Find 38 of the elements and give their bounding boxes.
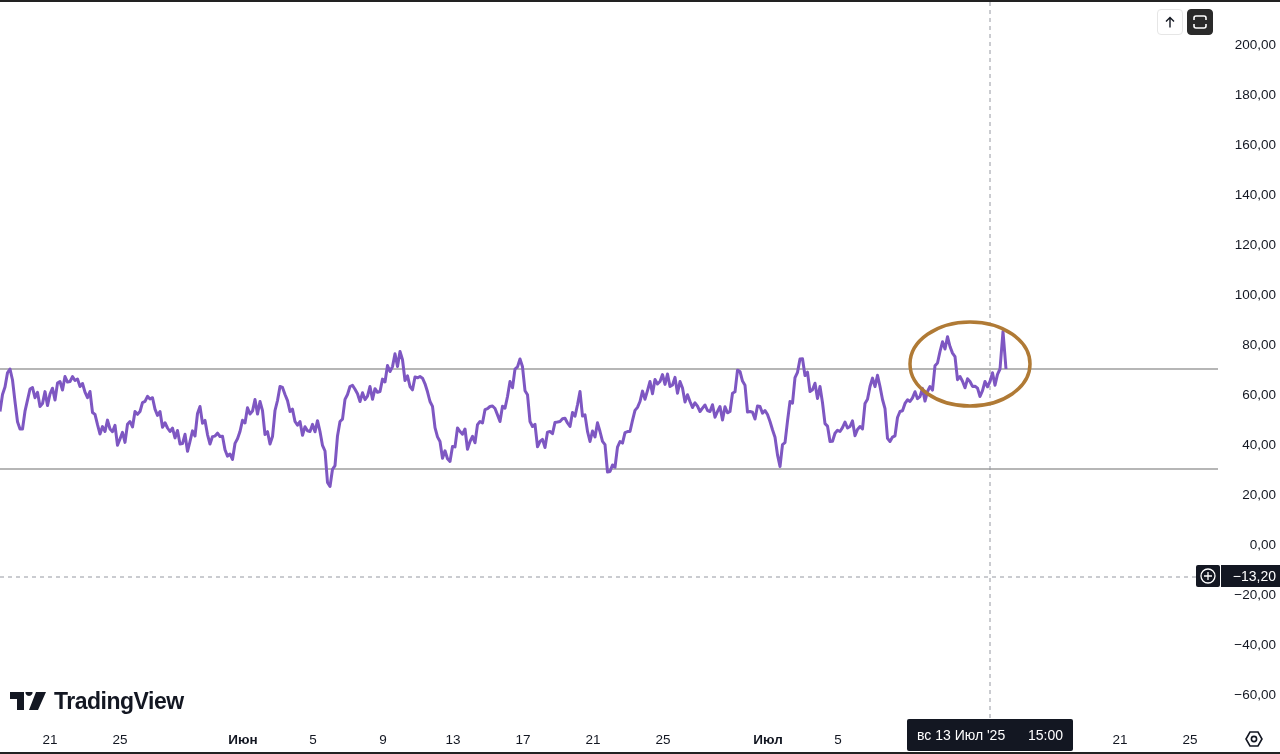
axis-label: 200,00 xyxy=(1234,37,1276,52)
axis-label: 40,00 xyxy=(1242,437,1276,452)
axis-label: 21 xyxy=(585,732,601,747)
axis-label: 20,00 xyxy=(1242,487,1276,502)
axis-label: 21 xyxy=(42,732,58,747)
axis-label: 5 xyxy=(834,732,842,747)
scroll-up-button[interactable] xyxy=(1157,9,1183,35)
axis-label: 5 xyxy=(309,732,317,747)
fullscreen-button[interactable] xyxy=(1187,9,1213,35)
price-label: −13,20 xyxy=(1221,565,1280,587)
axis-label: 160,00 xyxy=(1234,137,1276,152)
axis-label: 0,00 xyxy=(1249,537,1276,552)
date-label: вс 13 Июл '25 xyxy=(917,725,1006,745)
axis-label: Июн xyxy=(228,732,258,747)
axis-label: 25 xyxy=(1182,732,1198,747)
axis-label: 120,00 xyxy=(1234,237,1276,252)
axis-label: −60,00 xyxy=(1234,687,1276,702)
logo-icon xyxy=(10,692,46,711)
axis-label: 80,00 xyxy=(1242,337,1276,352)
axis-label: 60,00 xyxy=(1242,387,1276,402)
fullscreen-icon xyxy=(1193,15,1207,29)
axis-label: 25 xyxy=(112,732,128,747)
axis-label: 9 xyxy=(379,732,387,747)
axis-label: 21 xyxy=(1112,732,1128,747)
logo-text: TradingView xyxy=(54,687,184,716)
axis-label: 180,00 xyxy=(1234,87,1276,102)
add-icon[interactable] xyxy=(1196,565,1220,587)
arrow-up-icon xyxy=(1164,15,1176,29)
time-label: 15:00 xyxy=(1027,725,1063,745)
axis-label: −40,00 xyxy=(1234,637,1276,652)
axis-label: 140,00 xyxy=(1234,187,1276,202)
axis-label: Июл xyxy=(753,732,783,747)
axis-label: 100,00 xyxy=(1234,287,1276,302)
axis-label: 13 xyxy=(445,732,461,747)
axis-label: −20,00 xyxy=(1234,587,1276,602)
settings-icon[interactable] xyxy=(1245,730,1263,748)
axis-label: 17 xyxy=(515,732,531,747)
axis-label: 25 xyxy=(655,732,671,747)
